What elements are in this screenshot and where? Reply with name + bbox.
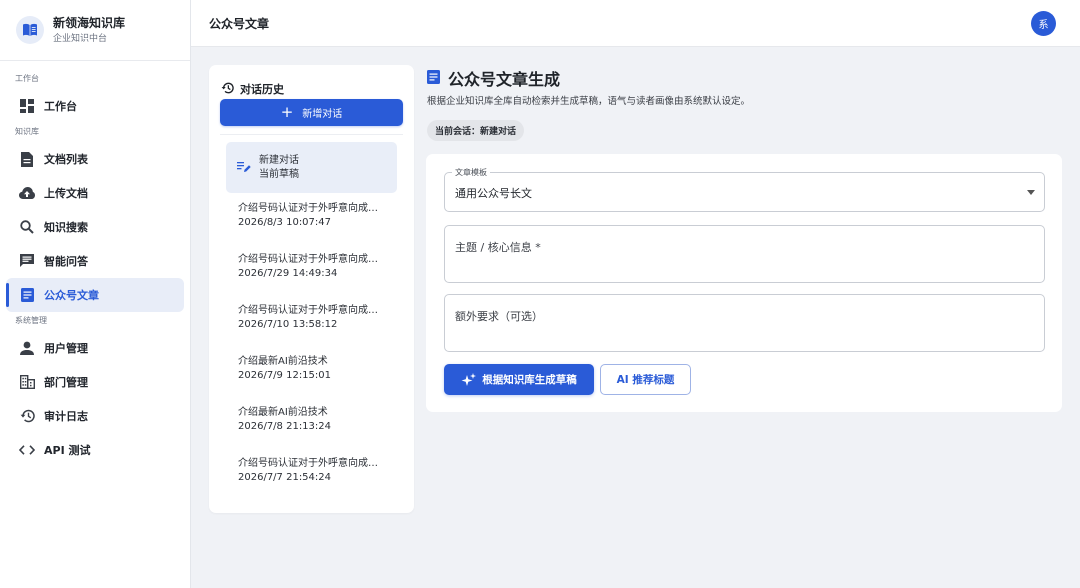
history-item-title: 介绍号码认证对于外呼意向成功率的提升: [238, 458, 385, 469]
history-item-title: 介绍号码认证对于外呼意向成功率的提升: [238, 305, 385, 316]
history-item-time: 2026/7/7 21:54:24: [238, 472, 332, 483]
history-header: 对话历史: [221, 79, 284, 98]
new-chat-label: 新增对话: [302, 109, 343, 120]
history-title: 对话历史: [240, 82, 284, 96]
history-item-title: 介绍最新AI前沿技术: [238, 356, 328, 367]
sidebar-item-label: 用户管理: [44, 342, 88, 355]
history-item[interactable]: 介绍号码认证对于外呼意向成功率的提升 2026/7/7 21:54:24: [226, 448, 397, 499]
book-icon: [16, 16, 44, 44]
sidebar-item-users[interactable]: 用户管理: [6, 331, 184, 365]
sidebar-item-label: 部门管理: [44, 376, 88, 389]
history-item[interactable]: 介绍号码认证对于外呼意向成功率的提升 2026/7/29 14:49:34: [226, 244, 397, 295]
user-icon: [19, 340, 35, 356]
dashboard-icon: [19, 98, 35, 114]
template-value: 通用公众号长文: [455, 187, 532, 200]
history-icon: [221, 79, 234, 98]
brand-title: 新领海知识库: [53, 15, 126, 30]
brand: 新领海知识库 企业知识中台: [0, 0, 190, 61]
plus-icon: +: [280, 103, 294, 121]
new-chat-button[interactable]: + 新增对话: [220, 99, 403, 126]
top-header: 公众号文章 系: [191, 0, 1080, 47]
main-description: 根据企业知识库全库自动检索并生成草稿，语气与读者画像由系统默认设定。: [427, 96, 751, 107]
history-item-time: 2026/7/9 12:15:01: [238, 370, 332, 381]
nav-section-knowledge: 知识库: [15, 127, 39, 136]
sidebar-item-label: 上传文档: [44, 187, 88, 200]
article-form: 文章模板 通用公众号长文 主题 / 核心信息 * 额外要求（可选） 根据知识库生…: [426, 154, 1062, 412]
sidebar-item-qa[interactable]: 智能问答: [6, 244, 184, 278]
history-list: 新建对话 当前草稿 介绍号码认证对于外呼意向成功率的提升 2026/8/3 10…: [226, 142, 397, 499]
code-icon: [19, 442, 35, 458]
caret-down-icon: [1027, 190, 1035, 195]
sidebar-item-search[interactable]: 知识搜索: [6, 210, 184, 244]
topic-input[interactable]: 主题 / 核心信息 *: [444, 225, 1045, 283]
nav-section-system: 系统管理: [15, 316, 47, 325]
avatar[interactable]: 系: [1031, 11, 1056, 36]
sidebar-item-label: 文档列表: [44, 153, 88, 166]
history-item[interactable]: 介绍最新AI前沿技术 2026/7/8 21:13:24: [226, 397, 397, 448]
sidebar-item-label: API 测试: [44, 444, 91, 457]
sidebar-item-label: 智能问答: [44, 255, 88, 268]
generate-draft-label: 根据知识库生成草稿: [482, 374, 577, 386]
history-item[interactable]: 介绍号码认证对于外呼意向成功率的提升 2026/7/10 13:58:12: [226, 295, 397, 346]
ai-title-button[interactable]: AI 推荐标题: [600, 364, 691, 395]
topic-placeholder: 主题 / 核心信息 *: [455, 241, 541, 254]
history-item[interactable]: 介绍最新AI前沿技术 2026/7/9 12:15:01: [226, 346, 397, 397]
history-item-title: 新建对话: [259, 154, 299, 166]
sidebar: 新领海知识库 企业知识中台 工作台 工作台 知识库 文档列表 上传文档 知识搜索: [0, 0, 191, 588]
history-item-time: 2026/7/29 14:49:34: [238, 268, 338, 279]
template-label: 文章模板: [452, 167, 490, 178]
history-item[interactable]: 介绍号码认证对于外呼意向成功率的提升 2026/8/3 10:07:47: [226, 193, 397, 244]
sidebar-item-label: 知识搜索: [44, 221, 88, 234]
history-item-subtitle: 当前草稿: [259, 168, 299, 180]
sparkle-icon: [461, 372, 477, 387]
extra-placeholder: 额外要求（可选）: [455, 310, 543, 323]
chat-icon: [19, 253, 35, 269]
sidebar-item-label: 工作台: [44, 100, 77, 113]
template-select[interactable]: 文章模板 通用公众号长文: [444, 167, 1045, 212]
article-icon: [427, 69, 440, 88]
search-icon: [19, 219, 35, 235]
main-title-text: 公众号文章生成: [448, 70, 561, 89]
sidebar-item-departments[interactable]: 部门管理: [6, 365, 184, 399]
edit-note-icon: [237, 158, 251, 177]
building-icon: [19, 374, 35, 390]
history-icon: [19, 408, 35, 424]
sidebar-item-articles[interactable]: 公众号文章: [6, 278, 184, 312]
cloud-upload-icon: [19, 185, 35, 201]
sidebar-item-label: 公众号文章: [44, 289, 99, 302]
divider: [220, 134, 403, 135]
history-item-current[interactable]: 新建对话 当前草稿: [226, 142, 397, 193]
sidebar-item-api-test[interactable]: API 测试: [6, 433, 184, 467]
generate-draft-button[interactable]: 根据知识库生成草稿: [444, 364, 594, 395]
history-item-time: 2026/8/3 10:07:47: [238, 217, 332, 228]
brand-subtitle: 企业知识中台: [53, 33, 108, 44]
page-title: 公众号文章: [209, 16, 270, 31]
history-item-title: 介绍号码认证对于外呼意向成功率的提升: [238, 254, 385, 265]
extra-requirements-input[interactable]: 额外要求（可选）: [444, 294, 1045, 352]
sidebar-item-documents[interactable]: 文档列表: [6, 142, 184, 176]
sidebar-item-audit[interactable]: 审计日志: [6, 399, 184, 433]
sidebar-item-workbench[interactable]: 工作台: [6, 89, 184, 123]
main-title: 公众号文章生成: [427, 66, 560, 90]
history-item-title: 介绍号码认证对于外呼意向成功率的提升: [238, 203, 385, 214]
history-panel: 对话历史 + 新增对话 新建对话 当前草稿 介绍号码认证对于外呼意向成功率的提升…: [209, 65, 414, 513]
sidebar-item-label: 审计日志: [44, 410, 88, 423]
article-icon: [19, 287, 35, 303]
document-icon: [19, 151, 35, 167]
history-item-time: 2026/7/10 13:58:12: [238, 319, 338, 330]
history-item-time: 2026/7/8 21:13:24: [238, 421, 332, 432]
sidebar-item-upload[interactable]: 上传文档: [6, 176, 184, 210]
history-item-title: 介绍最新AI前沿技术: [238, 407, 328, 418]
session-chip: 当前会话：新建对话: [427, 120, 525, 141]
nav-section-workbench: 工作台: [15, 74, 39, 83]
